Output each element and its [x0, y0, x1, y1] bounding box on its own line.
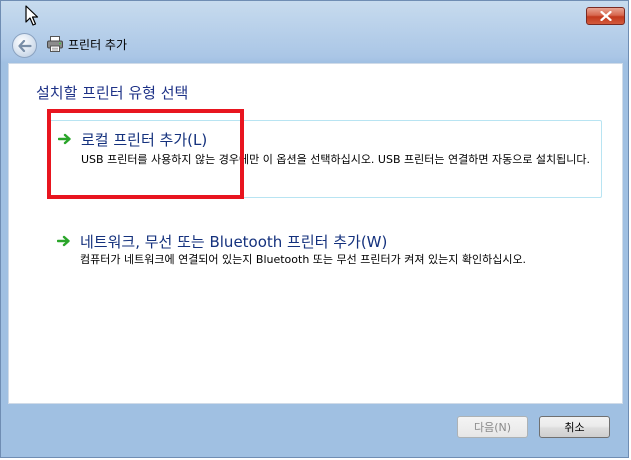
option-network-printer-title: 네트워크, 무선 또는 Bluetooth 프린터 추가(W): [80, 233, 388, 251]
back-arrow-icon: [17, 39, 32, 52]
next-button[interactable]: 다음(N): [457, 416, 528, 438]
close-button[interactable]: [586, 7, 625, 25]
mouse-cursor-icon: [25, 5, 39, 26]
wizard-header: 프린터 추가: [1, 25, 628, 63]
add-printer-window: 프린터 추가 설치할 프린터 유형 선택 로컬 프린터 추가(L) USB 프린…: [0, 0, 629, 458]
page-heading: 설치할 프린터 유형 선택: [36, 84, 189, 102]
green-arrow-icon: [57, 235, 70, 247]
close-icon: [599, 11, 612, 21]
back-button[interactable]: [12, 33, 37, 58]
cancel-button[interactable]: 취소: [539, 416, 610, 438]
wizard-footer: 다음(N) 취소: [1, 404, 628, 457]
option-network-printer[interactable]: 네트워크, 무선 또는 Bluetooth 프린터 추가(W) 컴퓨터가 네트워…: [49, 232, 602, 274]
annotation-highlight-box: [47, 109, 244, 199]
printer-icon: [47, 36, 63, 52]
window-title: 프린터 추가: [68, 38, 128, 52]
option-network-printer-description: 컴퓨터가 네트워크에 연결되어 있는지 Bluetooth 또는 무선 프린터가…: [80, 253, 527, 266]
